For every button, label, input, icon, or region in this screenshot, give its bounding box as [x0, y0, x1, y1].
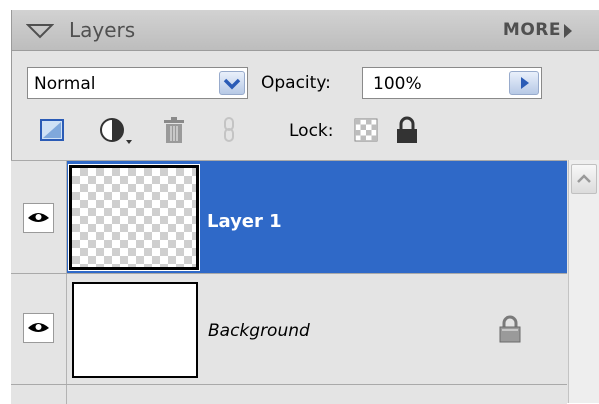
- opacity-field[interactable]: 100%: [362, 67, 542, 99]
- chevron-right-icon: [521, 77, 529, 89]
- chevron-down-icon: [223, 78, 241, 90]
- layers-list: Layer 1 Background: [11, 160, 567, 404]
- link-icon: [224, 117, 234, 142]
- eye-icon: [28, 323, 49, 332]
- layer-name-background[interactable]: Background: [208, 321, 310, 341]
- scroll-up-button[interactable]: [571, 164, 597, 194]
- lock-transparency-icon[interactable]: [352, 115, 380, 145]
- lock-icon: [499, 315, 521, 343]
- blend-mode-value: Normal: [34, 74, 96, 94]
- row-separator: [11, 273, 567, 274]
- visibility-column-divider: [66, 161, 67, 404]
- chevron-up-icon: [577, 174, 591, 183]
- layers-scrollbar[interactable]: [568, 160, 599, 403]
- layer-name-layer-1[interactable]: Layer 1: [207, 211, 282, 232]
- panel-title: Layers: [69, 18, 136, 42]
- lock-all-icon[interactable]: [393, 115, 421, 145]
- eye-icon: [28, 213, 49, 222]
- lock-label: Lock:: [289, 121, 334, 141]
- panel-title-bar[interactable]: Layers MORE: [12, 10, 599, 51]
- layer-thumbnail-layer-1[interactable]: [68, 164, 200, 271]
- layer-thumbnail-background[interactable]: [72, 282, 198, 378]
- visibility-toggle-layer-1[interactable]: [23, 203, 54, 233]
- visibility-toggle-background[interactable]: [23, 313, 54, 343]
- adjustment-layer-icon[interactable]: [97, 115, 141, 145]
- blend-mode-dropdown-button[interactable]: [219, 71, 245, 95]
- opacity-value: 100%: [373, 74, 422, 94]
- opacity-label: Opacity:: [261, 73, 331, 93]
- play-arrow-icon[interactable]: [564, 24, 572, 38]
- trash-icon[interactable]: [159, 115, 189, 145]
- new-layer-icon[interactable]: [38, 115, 68, 145]
- blend-mode-select[interactable]: Normal: [27, 67, 248, 99]
- opacity-slider-button[interactable]: [509, 71, 539, 95]
- more-button[interactable]: MORE: [503, 20, 561, 40]
- collapse-triangle-icon[interactable]: [26, 23, 54, 39]
- row-separator: [11, 384, 567, 385]
